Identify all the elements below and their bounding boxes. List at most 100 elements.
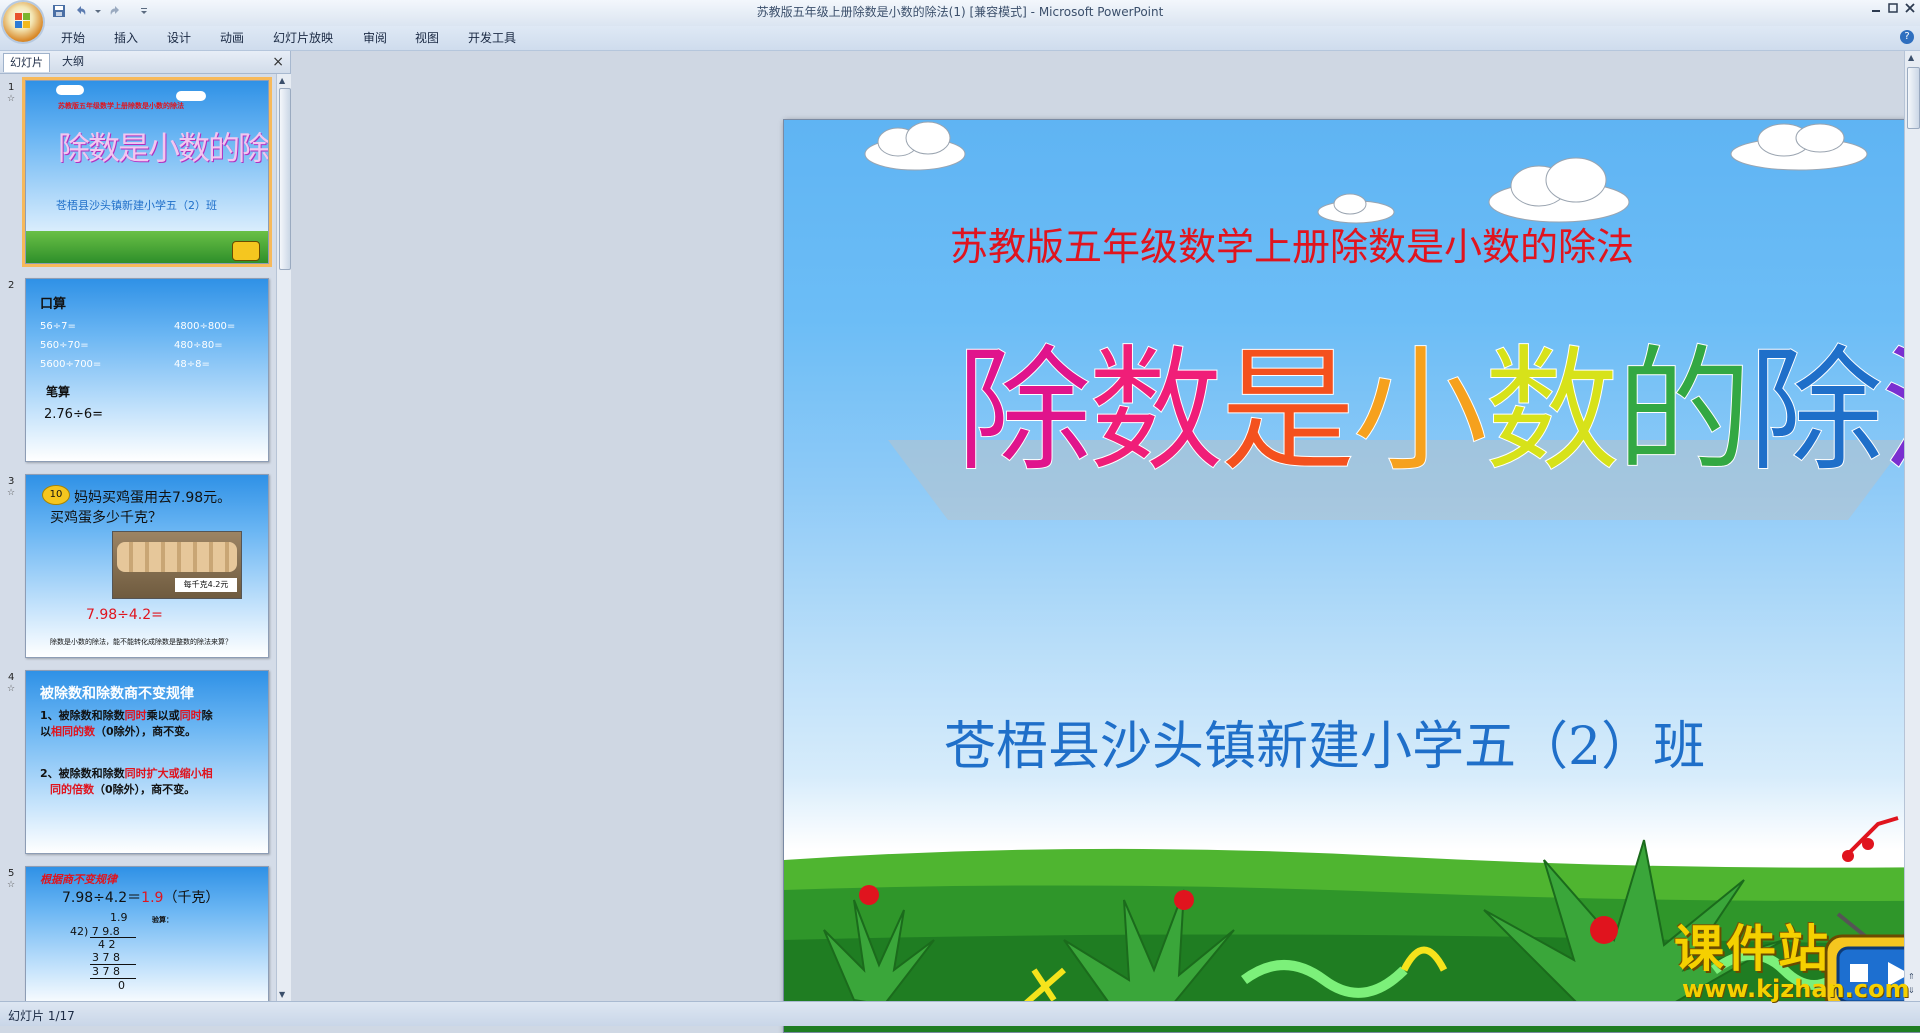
tab-design[interactable]: 设计	[167, 31, 191, 45]
longdiv-rule	[90, 964, 136, 965]
close-icon[interactable]	[1902, 2, 1918, 17]
thumb3-question: 妈妈买鸡蛋用去7.98元。	[74, 490, 232, 506]
flower	[1590, 916, 1618, 944]
egg-photo: 每千克4.2元	[112, 531, 242, 599]
text-run: （0除外），商不变。	[94, 783, 196, 796]
thumb2-item: 4800÷800=	[174, 321, 236, 332]
thumb4-rule2-cont: 同的倍数（0除外），商不变。	[50, 781, 195, 797]
thumb1-cloud	[176, 91, 206, 101]
longdiv-rule	[90, 978, 136, 979]
maximize-icon[interactable]	[1885, 2, 1901, 17]
thumb2-item: 480÷80=	[174, 340, 223, 351]
thumb4-heading: 被除数和除数商不变规律	[40, 686, 194, 702]
slide-title: 除数是小数的除法	[956, 332, 1920, 492]
tab-view[interactable]: 视图	[415, 31, 439, 45]
minimize-icon[interactable]	[1868, 2, 1884, 17]
price-tag: 每千克4.2元	[175, 578, 237, 592]
thumbnail-scrollbar[interactable]: ▲ ▼	[276, 74, 291, 1001]
tab-slideshow[interactable]: 幻灯片放映	[273, 31, 333, 45]
cloud-decoration	[1730, 123, 1868, 171]
longdiv-rule	[90, 937, 136, 938]
document-name: 苏教版五年级上册除数是小数的除法(1) [兼容模式]	[756, 5, 1027, 19]
text-run: 同的倍数	[50, 783, 94, 796]
text-run: 同时	[179, 709, 202, 722]
tab-home[interactable]: 开始	[61, 31, 85, 45]
thumbnail-slide-5[interactable]: 根据商不变规律 7.98÷4.2＝1.9（千克） 验算： 1.9 42) 7 9…	[25, 866, 269, 1001]
thumb3-expr: 7.98÷4.2=	[86, 607, 163, 623]
animation-star-icon: ☆	[7, 94, 16, 104]
office-logo-icon	[15, 13, 31, 29]
slide-school: 苍梧县沙头镇新建小学五（2）班	[944, 717, 1706, 777]
current-slide[interactable]: 苏教版五年级数学上册除数是小数的除法 除数是小数的除法 苍梧县沙头镇新建小学五（…	[783, 119, 1920, 1033]
text-run: 2、被除数和除数	[40, 767, 125, 780]
thumb1-school: 苍梧县沙头镇新建小学五（2）班	[56, 199, 217, 212]
slide-counter: 幻灯片 1/17	[8, 1009, 75, 1023]
longdiv-line: 0	[118, 979, 125, 992]
animation-star-icon: ☆	[7, 880, 16, 890]
tab-slides[interactable]: 幻灯片	[3, 53, 50, 72]
text-run: 同时扩大或缩小相	[124, 767, 213, 780]
title-char: 除	[1748, 333, 1885, 492]
thumb3-question: 买鸡蛋多少千克？	[50, 510, 162, 526]
thumb5-check: 验算：	[152, 916, 173, 924]
thumb5-equation: 7.98÷4.2＝1.9（千克）	[62, 887, 219, 907]
thumbnail-number: 3	[8, 476, 15, 487]
text-run: （千克）	[163, 890, 220, 906]
title-separator: -	[1026, 5, 1039, 19]
text-run: 相同的数	[51, 725, 95, 738]
thumbnail-list[interactable]: 1 ☆ 苏教版五年级数学上册除数是小数的除法 除数是小数的除法 苍梧县沙头镇新建…	[0, 74, 275, 1001]
window-title: 苏教版五年级上册除数是小数的除法(1) [兼容模式] - Microsoft P…	[0, 0, 1920, 24]
flower	[859, 885, 879, 905]
music-note-icon	[1842, 816, 1899, 862]
thumbnail-number: 2	[8, 280, 15, 291]
thumb4-rule2: 2、被除数和除数同时扩大或缩小相	[40, 765, 213, 781]
tab-review[interactable]: 审阅	[363, 31, 387, 45]
app-name: Microsoft PowerPoint	[1038, 5, 1164, 19]
thumbnail-slide-1[interactable]: 苏教版五年级数学上册除数是小数的除法 除数是小数的除法 苍梧县沙头镇新建小学五（…	[25, 80, 269, 264]
thumbnail-number: 1	[8, 82, 15, 93]
thumb2-heading: 口算	[40, 297, 67, 312]
scroll-down-icon[interactable]: ▼	[279, 990, 285, 999]
title-char: 数	[1484, 333, 1621, 492]
watermark-logo: 课件站 www.kjzhan.com	[1670, 922, 1910, 1002]
longdiv-line: 1.9	[110, 911, 128, 924]
flower	[1174, 890, 1194, 910]
thumb2-item: 560÷70=	[40, 340, 89, 351]
main-scrollbar[interactable]: ▲ ⇑ ⇓	[1904, 51, 1920, 1001]
thumbnail-slide-2[interactable]: 口算 56÷7= 4800÷800= 560÷70= 480÷80= 5600÷…	[25, 278, 269, 462]
title-char: 的	[1616, 333, 1753, 492]
thumb5-heading: 根据商不变规律	[40, 873, 117, 886]
panel-close-icon[interactable]: ×	[272, 53, 284, 71]
scroll-up-icon[interactable]: ▲	[1908, 53, 1914, 62]
thumb2-item: 48÷8=	[174, 359, 210, 370]
tab-insert[interactable]: 插入	[114, 31, 138, 45]
longdiv-line: 4 2	[98, 938, 116, 951]
office-button[interactable]	[3, 2, 43, 42]
thumbnail-slide-3[interactable]: 10 妈妈买鸡蛋用去7.98元。 买鸡蛋多少千克？ 每千克4.2元 7.98÷4…	[25, 474, 269, 658]
thumbnail-number: 4	[8, 672, 15, 683]
scroll-thumb[interactable]	[1907, 67, 1920, 129]
tab-developer[interactable]: 开发工具	[468, 31, 516, 45]
scroll-up-icon[interactable]: ▲	[279, 76, 285, 85]
thumb4-rule1: 1、被除数和除数同时乘以或同时除	[40, 707, 213, 723]
text-run: 乘以或	[146, 709, 180, 722]
thumbnail-number: 5	[8, 868, 15, 879]
longdiv-line: 3 7 8	[92, 951, 120, 964]
text-run: 同时	[124, 709, 147, 722]
status-bar: 幻灯片 1/17	[0, 1001, 1920, 1026]
watermark-url: www.kjzhan.com	[1682, 975, 1910, 1003]
tab-outline[interactable]: 大纲	[56, 53, 90, 71]
thumb4-rule1-cont: 以相同的数（0除外），商不变。	[40, 723, 196, 739]
text-run: （0除外），商不变。	[95, 725, 197, 738]
help-icon[interactable]: ?	[1900, 30, 1914, 44]
slide-editing-area: 苏教版五年级数学上册除数是小数的除法 除数是小数的除法 苍梧县沙头镇新建小学五（…	[291, 51, 1920, 1033]
tab-animations[interactable]: 动画	[220, 31, 244, 45]
eggs	[117, 542, 237, 572]
thumbnail-slide-4[interactable]: 被除数和除数商不变规律 1、被除数和除数同时乘以或同时除 以相同的数（0除外），…	[25, 670, 269, 854]
thumb1-subtitle: 苏教版五年级数学上册除数是小数的除法	[58, 102, 184, 110]
title-char: 除	[956, 333, 1093, 492]
scroll-thumb[interactable]	[279, 88, 291, 270]
thumb3-note: 除数是小数的除法，能不能转化成除数是整数的除法来算？	[50, 638, 232, 646]
thumb2-problem: 2.76÷6=	[44, 407, 104, 422]
thumb2-subheading: 笔算	[46, 385, 71, 399]
